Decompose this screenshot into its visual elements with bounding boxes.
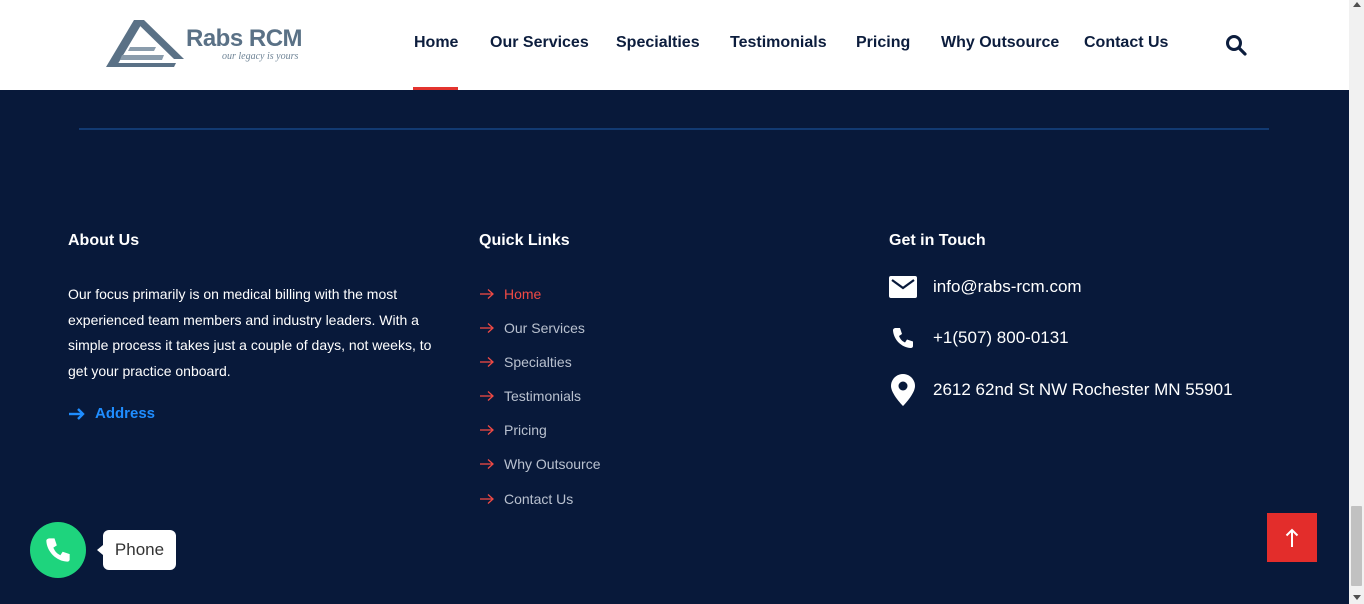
arrow-up-icon [1285,528,1299,547]
logo-name: Rabs RCM [186,25,303,52]
arrow-right-icon [480,425,494,435]
nav-home[interactable]: Home [414,34,458,52]
arrow-right-icon [480,357,494,367]
scroll-thumb[interactable] [1351,506,1362,586]
quick-link-label: Home [504,286,542,302]
quick-links-title: Quick Links [479,232,570,249]
about-title: About Us [68,232,140,249]
quick-link-home[interactable]: Home [479,286,541,302]
arrow-right-icon [480,494,494,504]
address-link[interactable]: Address [68,405,155,422]
phone-tooltip: Phone [97,530,176,570]
active-nav-indicator [413,87,458,90]
location-pin-icon [889,373,917,407]
arrow-right-icon [480,323,494,333]
arrow-right-icon [480,289,494,299]
contact-address-text: 2612 62nd St NW Rochester MN 55901 [933,380,1233,399]
nav-our-services[interactable]: Our Services [490,34,589,52]
phone-call-button[interactable] [30,522,86,578]
mail-icon [889,270,917,304]
contact-phone-text: +1(507) 800-0131 [933,328,1069,347]
scroll-down-arrow-icon[interactable] [1353,595,1361,600]
quick-link-pricing[interactable]: Pricing [479,422,547,438]
nav-specialties[interactable]: Specialties [616,34,700,52]
contact-email-text: info@rabs-rcm.com [933,277,1082,296]
contact-address[interactable]: 2612 62nd St NW Rochester MN 55901 [889,373,1233,407]
quick-link-testimonials[interactable]: Testimonials [479,388,581,404]
contact-email[interactable]: info@rabs-rcm.com [889,270,1082,304]
arrow-right-icon [69,407,85,420]
contact-title: Get in Touch [889,232,986,249]
nav-why-outsource[interactable]: Why Outsource [941,34,1059,52]
page-scrollbar[interactable] [1349,0,1364,604]
arrow-right-icon [480,459,494,469]
logo[interactable]: Rabs RCM our legacy is yours [104,17,304,69]
nav-testimonials[interactable]: Testimonials [730,34,827,52]
quick-link-label: Specialties [504,354,572,370]
nav-pricing[interactable]: Pricing [856,34,910,52]
quick-link-label: Pricing [504,422,547,438]
quick-link-label: Testimonials [504,388,582,404]
phone-icon [46,538,70,562]
quick-link-label: Why Outsource [504,456,601,472]
logo-mark-icon [106,20,184,67]
quick-link-label: Our Services [504,320,585,336]
quick-link-label: Contact Us [504,491,574,507]
logo-tagline: our legacy is yours [222,51,299,62]
quick-link-our-services[interactable]: Our Services [479,320,585,336]
arrow-right-icon [480,391,494,401]
about-text: Our focus primarily is on medical billin… [68,286,432,380]
contact-phone[interactable]: +1(507) 800-0131 [889,321,1069,355]
quick-link-contact-us[interactable]: Contact Us [479,491,573,507]
quick-link-specialties[interactable]: Specialties [479,354,572,370]
nav-contact-us[interactable]: Contact Us [1084,34,1168,52]
search-icon[interactable] [1225,34,1247,56]
site-header: Rabs RCM our legacy is yours Home Our Se… [0,0,1349,90]
footer-divider [79,128,1269,130]
quick-link-why-outsource[interactable]: Why Outsource [479,456,600,472]
scroll-up-arrow-icon[interactable] [1353,2,1361,7]
address-link-label: Address [95,405,156,422]
back-to-top-button[interactable] [1267,513,1317,562]
phone-icon [889,321,917,355]
